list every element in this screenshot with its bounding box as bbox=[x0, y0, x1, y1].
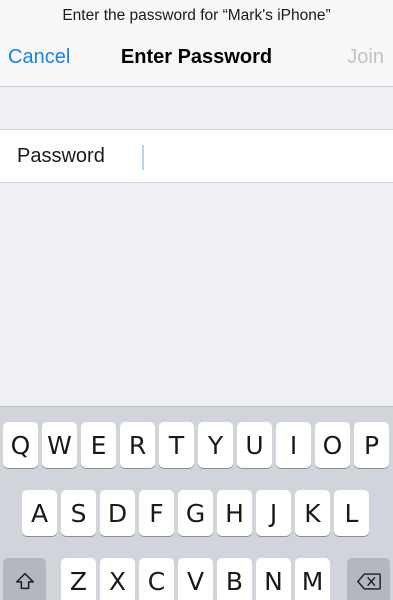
key-c[interactable]: C bbox=[139, 558, 174, 600]
key-k[interactable]: K bbox=[295, 490, 330, 536]
key-j[interactable]: J bbox=[256, 490, 291, 536]
key-z[interactable]: Z bbox=[61, 558, 96, 600]
key-t[interactable]: T bbox=[159, 422, 194, 468]
key-i[interactable]: I bbox=[276, 422, 311, 468]
keyboard: Q W E R T Y U I O P A S D F G H J K L Z … bbox=[0, 406, 393, 600]
text-cursor bbox=[142, 145, 144, 170]
key-o[interactable]: O bbox=[315, 422, 350, 468]
shift-icon bbox=[15, 572, 34, 590]
key-s[interactable]: S bbox=[61, 490, 96, 536]
key-p[interactable]: P bbox=[354, 422, 389, 468]
page-title: Enter Password bbox=[120, 46, 273, 68]
network-prompt: Enter the password for “Mark's iPhone” bbox=[62, 7, 331, 24]
key-a[interactable]: A bbox=[22, 490, 57, 536]
password-row[interactable]: Password bbox=[0, 129, 393, 183]
key-u[interactable]: U bbox=[237, 422, 272, 468]
key-g[interactable]: G bbox=[178, 490, 213, 536]
key-f[interactable]: F bbox=[139, 490, 174, 536]
shift-key[interactable] bbox=[3, 558, 46, 600]
key-v[interactable]: V bbox=[178, 558, 213, 600]
key-r[interactable]: R bbox=[120, 422, 155, 468]
backspace-icon bbox=[356, 572, 381, 590]
backspace-key[interactable] bbox=[347, 558, 390, 600]
key-x[interactable]: X bbox=[100, 558, 135, 600]
key-w[interactable]: W bbox=[42, 422, 77, 468]
key-b[interactable]: B bbox=[217, 558, 252, 600]
key-q[interactable]: Q bbox=[3, 422, 38, 468]
key-d[interactable]: D bbox=[100, 490, 135, 536]
key-m[interactable]: M bbox=[295, 558, 330, 600]
password-input[interactable] bbox=[140, 139, 380, 173]
join-button[interactable]: Join bbox=[347, 46, 384, 69]
key-y[interactable]: Y bbox=[198, 422, 233, 468]
nav-header: Enter the password for “Mark's iPhone” C… bbox=[0, 0, 393, 87]
key-n[interactable]: N bbox=[256, 558, 291, 600]
key-e[interactable]: E bbox=[81, 422, 116, 468]
key-h[interactable]: H bbox=[217, 490, 252, 536]
password-label: Password bbox=[17, 145, 105, 167]
key-l[interactable]: L bbox=[334, 490, 369, 536]
